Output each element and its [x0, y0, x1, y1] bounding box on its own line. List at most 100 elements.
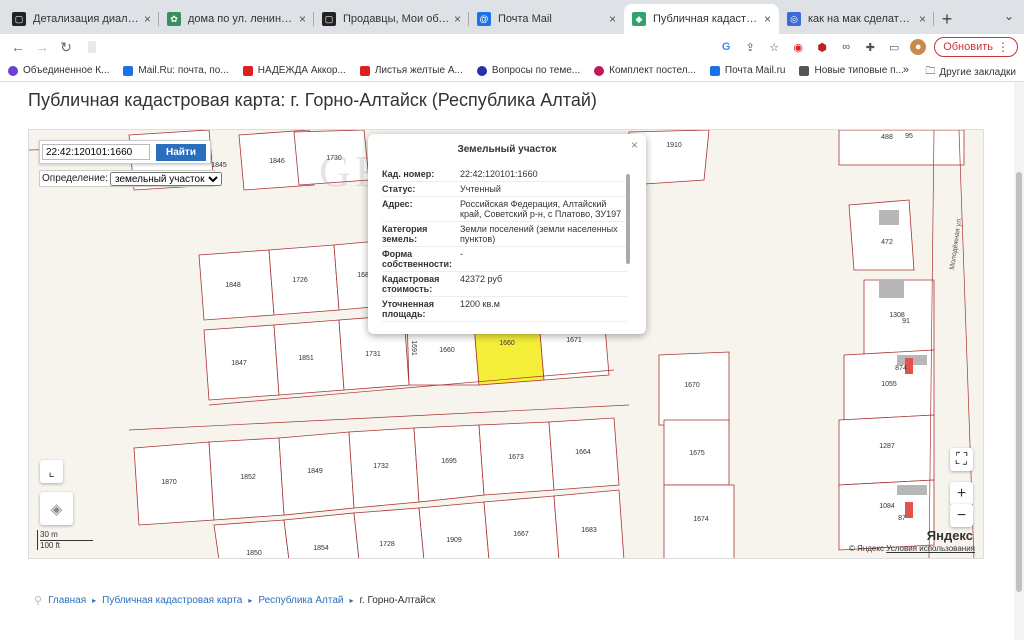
tab-title: Почта Mail — [498, 13, 552, 25]
cadastral-number-input[interactable] — [42, 144, 150, 160]
parcel-label: 1910 — [666, 142, 682, 149]
fullscreen-button[interactable]: ⛶ — [950, 448, 973, 471]
bookmark-item[interactable]: Объединенное К... — [8, 65, 109, 76]
bookmark-item[interactable]: НАДЕЖДА Аккор... — [242, 65, 346, 76]
new-tab-button[interactable]: + — [934, 4, 960, 34]
layers-button[interactable]: ◈ — [40, 492, 73, 525]
avatar[interactable]: ● — [910, 39, 927, 55]
breadcrumb-region[interactable]: Республика Алтай — [258, 595, 343, 606]
close-icon[interactable]: × — [631, 138, 638, 152]
street-label: Молодёжная ул. — [949, 217, 963, 271]
shield-extension-icon[interactable]: ⬢ — [814, 39, 830, 55]
breadcrumb-home[interactable]: Главная — [48, 595, 86, 606]
parcel-label: 1849 — [307, 468, 323, 475]
parcel-label: 1691 — [410, 340, 417, 356]
tab-favicon-icon: ◎ — [787, 12, 801, 26]
parcel-label: 1055 — [881, 381, 897, 388]
info-value: 42372 руб — [460, 271, 627, 297]
definition-select[interactable]: земельный участок — [110, 171, 223, 186]
parcel-label: 1674 — [693, 516, 709, 523]
reload-icon[interactable]: ↻ — [54, 39, 78, 56]
parcel-info-popup: Земельный участок × Кад. номер: 22:42:120… — [368, 134, 646, 334]
parcel-label: 1673 — [508, 454, 524, 461]
ruler-tool-button[interactable]: ⌞ — [40, 460, 63, 483]
bookmark-label: Почта Mail.ru — [724, 65, 786, 76]
parcel-1728 — [353, 507, 425, 558]
extensions-icon[interactable]: ✚ — [862, 39, 878, 55]
scale-imperial: 100 ft — [40, 541, 61, 550]
bookmark-item[interactable]: Вопросы по теме... — [476, 65, 580, 76]
parcel-1667 — [483, 495, 560, 558]
glasses-extension-icon[interactable]: ∞ — [838, 39, 854, 55]
page-scrollbar[interactable] — [1014, 82, 1024, 640]
tab-cadastral-map[interactable]: ◆ Публичная кадастровая к × — [624, 4, 779, 34]
opera-extension-icon[interactable]: ◉ — [790, 39, 806, 55]
share-icon[interactable]: ⇪ — [742, 39, 758, 55]
cadastral-map[interactable]: 1845 1846 1730 1910 488 95 1848 1726 168… — [28, 129, 984, 559]
tab-search-icon[interactable]: ⌄ — [1004, 9, 1014, 23]
building-red — [905, 502, 913, 518]
tab-favicon-icon: ▢ — [322, 12, 336, 26]
other-bookmarks[interactable]: 🗀 Другие закладки — [925, 64, 1016, 81]
parcel-label: 1909 — [446, 537, 462, 544]
close-tab-icon[interactable]: × — [454, 12, 461, 26]
terms-link[interactable]: Условия использования — [886, 544, 975, 553]
info-key: Статус: — [382, 181, 460, 197]
find-button[interactable]: Найти — [156, 143, 206, 161]
tab-houses[interactable]: ✿ дома по ул. ленина, 60а - × — [159, 4, 314, 34]
scrollbar-thumb[interactable] — [1016, 172, 1022, 592]
bookmark-item[interactable]: Новые типовые п... — [799, 65, 904, 76]
breadcrumb-cadastral-map[interactable]: Публичная кадастровая карта — [102, 595, 242, 606]
menu-icon[interactable]: ⋮ — [997, 40, 1009, 54]
scale-bar: 30 m 100 ft — [37, 530, 93, 550]
tab-details[interactable]: ▢ Детализация диалогов × — [4, 4, 159, 34]
info-value: Российская Федерация, Алтайский край, Со… — [460, 196, 627, 222]
tab-mail[interactable]: @ Почта Mail × — [469, 4, 624, 34]
parcel-label: 488 — [881, 134, 893, 141]
bookmark-favicon-icon — [709, 65, 720, 76]
popup-scrollbar[interactable] — [626, 174, 630, 264]
tab-mac-screenshot[interactable]: ◎ как на мак сделать скри × — [779, 4, 934, 34]
back-icon[interactable]: ← — [6, 39, 30, 55]
address-bar[interactable]: ▒ — [80, 37, 730, 57]
close-tab-icon[interactable]: × — [919, 12, 926, 26]
bookmark-item[interactable]: Листья желтые А... — [359, 65, 463, 76]
parcel-info-table: Кад. номер: 22:42:120101:1660 Статус: Учте… — [382, 167, 627, 322]
tab-sellers[interactable]: ▢ Продавцы, Мои объекты × — [314, 4, 469, 34]
site-info-icon[interactable]: ▒ — [88, 41, 96, 53]
zoom-out-button[interactable]: − — [950, 504, 973, 527]
info-value: Земли поселений (земли населенных пункто… — [460, 221, 627, 247]
scale-metric: 30 m — [40, 530, 93, 541]
forward-icon[interactable]: → — [30, 39, 54, 55]
browser-tab-bar: ▢ Детализация диалогов × ✿ дома по ул. л… — [0, 0, 1024, 34]
table-row: Форма собственности: - — [382, 246, 627, 272]
update-button[interactable]: Обновить ⋮ — [934, 37, 1018, 57]
close-tab-icon[interactable]: × — [144, 12, 151, 26]
bookmark-item[interactable]: Mail.Ru: почта, по... — [123, 65, 229, 76]
bookmarks-overflow-icon[interactable]: » — [903, 64, 909, 76]
tab-favicon-icon: ◆ — [632, 12, 646, 26]
ruler-icon: ⌞ — [48, 463, 55, 479]
close-tab-icon[interactable]: × — [299, 12, 306, 26]
info-value: 1200 кв.м — [460, 296, 627, 322]
bookmark-item[interactable]: Почта Mail.ru — [709, 65, 786, 76]
bookmark-star-icon[interactable]: ☆ — [766, 39, 782, 55]
building — [879, 210, 899, 225]
google-icon[interactable]: G — [718, 39, 734, 55]
info-key: Кад. номер: — [382, 167, 460, 182]
page-title: Публичная кадастровая карта: г. Горно-Ал… — [28, 90, 597, 110]
close-tab-icon[interactable]: × — [609, 12, 616, 26]
parcel-1683 — [553, 489, 625, 558]
bookmark-item[interactable]: Комплект постел... — [594, 65, 696, 76]
update-label: Обновить — [943, 41, 993, 53]
bookmark-label: Mail.Ru: почта, по... — [138, 65, 229, 76]
bookmark-label: Новые типовые п... — [814, 65, 904, 76]
parcel-1287 — [838, 414, 935, 486]
tab-favicon-icon: ✿ — [167, 12, 181, 26]
close-tab-icon[interactable]: × — [764, 12, 771, 26]
zoom-in-button[interactable]: + — [950, 482, 973, 505]
parcel-label: 1846 — [269, 158, 285, 165]
info-key: Категория земель: — [382, 221, 460, 247]
sidebar-icon[interactable]: ▭ — [886, 39, 902, 55]
table-row: Кад. номер: 22:42:120101:1660 — [382, 167, 627, 182]
